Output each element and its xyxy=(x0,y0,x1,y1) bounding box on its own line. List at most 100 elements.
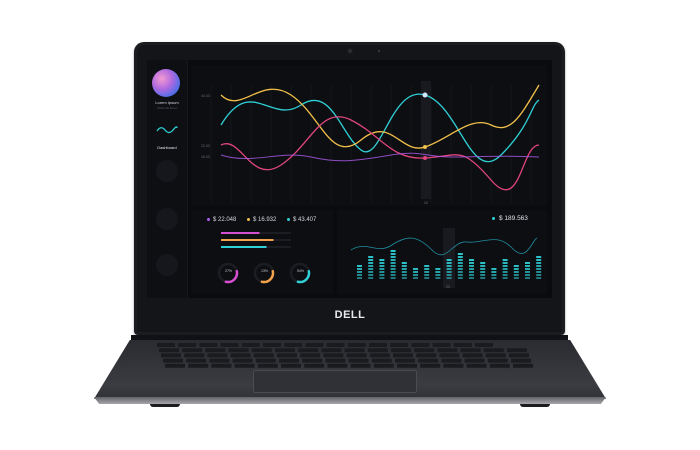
bar-segment xyxy=(491,274,497,276)
keyboard-key xyxy=(509,353,529,358)
keyboard-key xyxy=(346,353,367,358)
profile-subtitle: Dolor Sit Amet xyxy=(157,106,177,110)
bar-chart: 20 xyxy=(350,228,542,289)
bar-segment xyxy=(401,271,407,273)
keyboard-key xyxy=(411,343,430,347)
bar-segment xyxy=(457,271,463,273)
bar-segment xyxy=(536,268,542,270)
keyboard-key xyxy=(281,363,301,368)
bar-segment xyxy=(424,274,430,276)
bar-segment xyxy=(502,265,508,267)
bar-segment xyxy=(401,277,407,279)
bar-segment xyxy=(435,271,441,273)
keyboard-key xyxy=(325,358,346,363)
y-tick-label: 16.03 xyxy=(201,155,210,159)
bar-segment xyxy=(446,277,452,279)
bar-segment xyxy=(390,274,396,276)
keyboard-key xyxy=(350,363,371,368)
bar-segment xyxy=(502,277,508,279)
bar-segment xyxy=(446,271,452,273)
bar-segment xyxy=(390,259,396,261)
keyboard-key xyxy=(178,343,197,347)
keyboard-key xyxy=(277,353,297,358)
bar-segment xyxy=(368,259,374,261)
keyboard-key xyxy=(390,343,409,347)
rubber-foot xyxy=(520,404,550,407)
bar-segment xyxy=(513,265,519,267)
highlight-label: 20 xyxy=(424,201,428,205)
bar-segment xyxy=(491,268,497,270)
keyboard-key xyxy=(443,363,464,368)
keyboard-key xyxy=(302,358,323,363)
keyboard-key xyxy=(369,343,387,347)
bar-segment xyxy=(502,268,508,270)
keyboard-key xyxy=(186,358,207,363)
keyboard-key xyxy=(439,353,460,358)
bar-segment xyxy=(502,262,508,264)
bar-segment xyxy=(513,277,519,279)
bar-segment xyxy=(390,268,396,270)
bar-segment xyxy=(390,250,396,252)
data-point xyxy=(422,92,428,98)
bar-segment xyxy=(368,271,374,273)
bar-segment xyxy=(368,262,374,264)
bar-segment xyxy=(379,274,385,276)
touchpad xyxy=(253,370,417,393)
keyboard-key xyxy=(420,363,441,368)
bar-segment xyxy=(401,268,407,270)
keyboard-key xyxy=(157,343,175,347)
keyboard-key xyxy=(305,343,324,347)
bar-segment xyxy=(401,274,407,276)
bar-segment xyxy=(401,265,407,267)
keyboard-key xyxy=(163,358,183,363)
bar-segment xyxy=(357,268,362,270)
y-tick-label: 44.43 xyxy=(201,94,210,98)
keyboard-key xyxy=(393,353,413,358)
keyboard-key xyxy=(253,353,274,358)
bar-segment xyxy=(469,259,474,261)
bar-segment xyxy=(502,274,508,276)
bar-segment xyxy=(469,271,474,273)
bar-segment xyxy=(401,262,407,264)
bar-segment xyxy=(491,277,497,279)
line-chart: 20 44.43 22.03 16.03 xyxy=(201,81,540,205)
bar-segment xyxy=(368,277,374,279)
progress-fill xyxy=(221,232,260,234)
bar-segment xyxy=(469,265,474,267)
keyboard-key xyxy=(489,363,510,368)
keyboard-key xyxy=(466,363,487,368)
keyboard-key xyxy=(207,353,228,358)
keyboard-key xyxy=(487,358,508,363)
keyboard-key xyxy=(234,363,255,368)
bar-segment xyxy=(379,277,385,279)
keyboard-key xyxy=(395,358,415,363)
keyboard-key xyxy=(321,348,342,353)
donut-label: 13% xyxy=(261,269,268,273)
keyboard-key xyxy=(485,353,506,358)
bar-segment xyxy=(457,265,463,267)
data-point xyxy=(423,145,427,149)
bar-segment xyxy=(368,274,374,276)
keyboard-key xyxy=(371,358,392,363)
highlight-column xyxy=(421,81,431,199)
keyboard-key xyxy=(255,358,276,363)
keyboard-key xyxy=(373,363,394,368)
keyboard-key xyxy=(397,363,417,368)
bar-segment xyxy=(469,268,474,270)
keyboard-key xyxy=(326,343,345,347)
bar-segment xyxy=(536,277,542,279)
bar-segment xyxy=(525,268,530,270)
keyboard-key xyxy=(513,363,533,368)
bar-segment xyxy=(502,259,508,261)
keyboard-key xyxy=(441,358,462,363)
webcam-icon xyxy=(347,48,353,54)
bar-segment xyxy=(525,277,530,279)
bar-segment xyxy=(357,265,362,267)
bar-chart-panel: $ 189.563 20 xyxy=(337,210,547,294)
bar-segment xyxy=(379,271,385,273)
bar-segment xyxy=(413,274,418,276)
sidebar-item-icon xyxy=(156,208,178,230)
keyboard-key xyxy=(228,348,249,353)
data-point xyxy=(423,156,427,160)
bar-segment xyxy=(457,274,463,276)
